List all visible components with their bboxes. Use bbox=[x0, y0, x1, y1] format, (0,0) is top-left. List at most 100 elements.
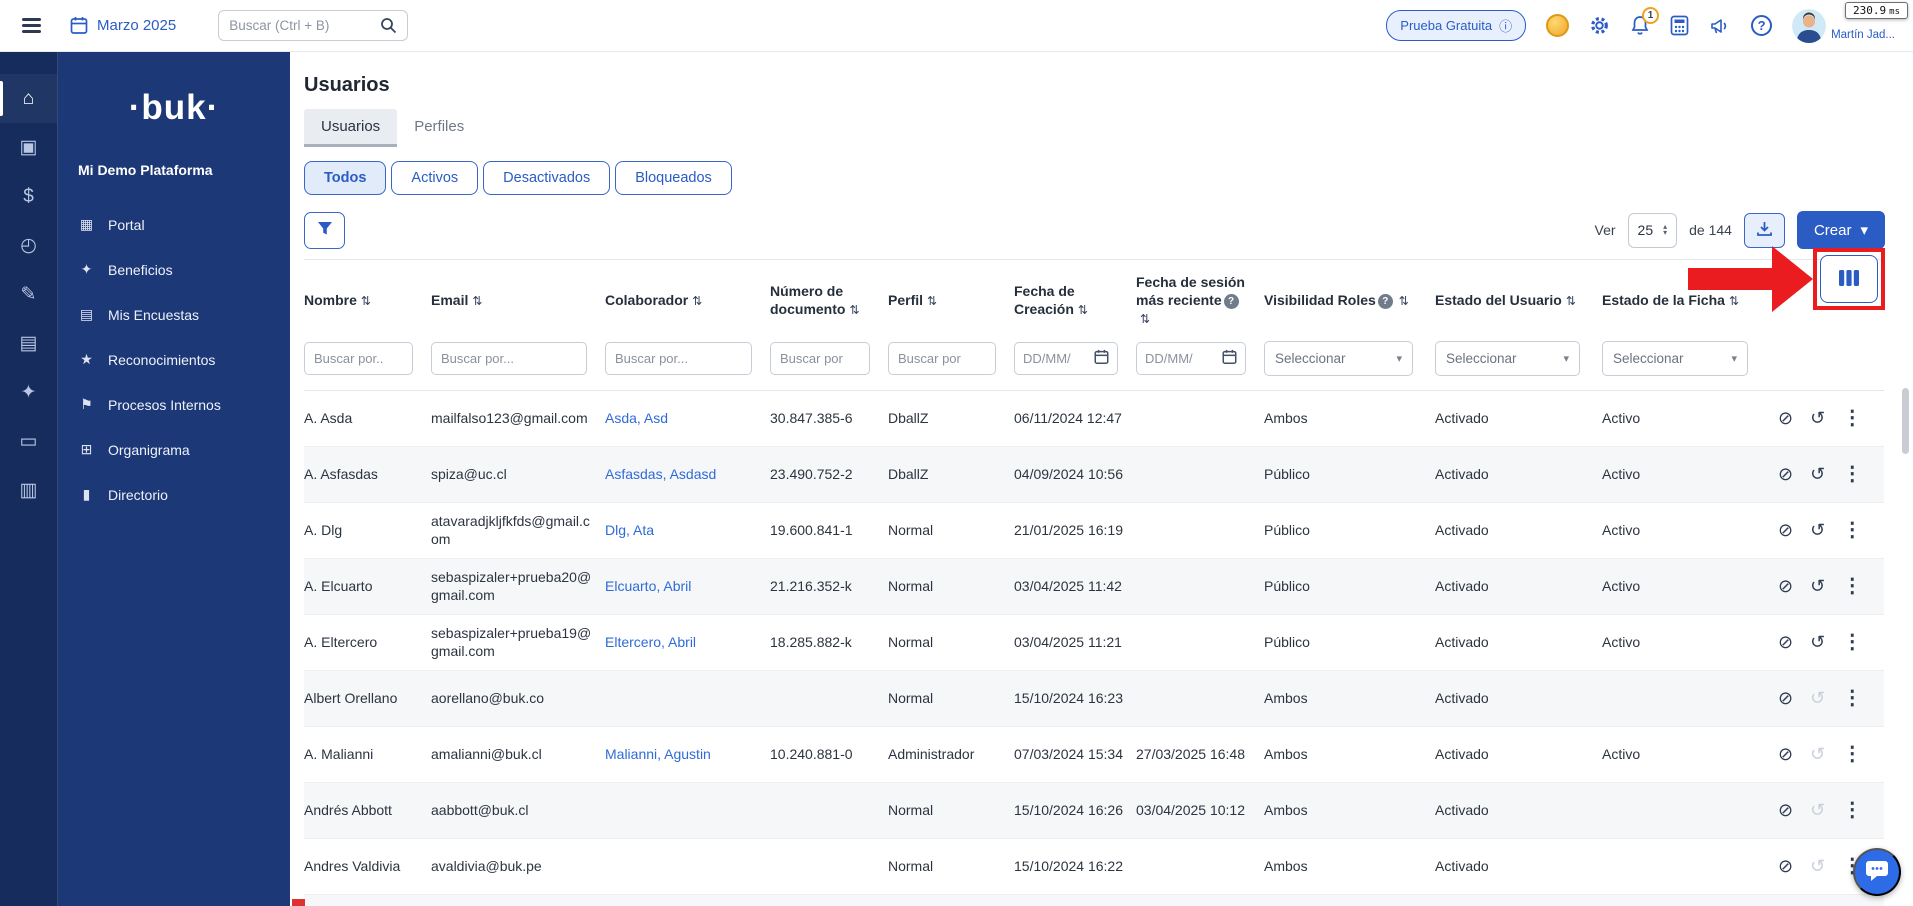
filter-bloqueados[interactable]: Bloqueados bbox=[615, 161, 732, 195]
chat-fab-button[interactable] bbox=[1853, 848, 1901, 896]
cell-documento: 23.490.752-2 bbox=[770, 465, 888, 484]
col-header-estado-ficha[interactable]: Estado de la Ficha⇅ bbox=[1602, 291, 1770, 310]
sidebar-item-reconocimientos[interactable]: ★ Reconocimientos bbox=[58, 337, 290, 382]
deactivate-user-icon[interactable]: ⊘ bbox=[1778, 857, 1793, 875]
info-icon[interactable]: ? bbox=[1224, 294, 1239, 309]
cell-fecha-creacion: 21/01/2025 16:19 bbox=[1014, 521, 1136, 540]
download-button[interactable] bbox=[1744, 213, 1785, 248]
deactivate-user-icon[interactable]: ⊘ bbox=[1778, 521, 1793, 539]
row-menu-icon[interactable]: ⋮ bbox=[1842, 520, 1862, 540]
sidebar-item-beneficios[interactable]: ✦ Beneficios bbox=[58, 247, 290, 292]
col-header-visibilidad[interactable]: Visibilidad Roles?⇅ bbox=[1264, 291, 1435, 310]
rail-item-remunerations[interactable]: $ bbox=[0, 172, 57, 221]
row-menu-icon[interactable]: ⋮ bbox=[1842, 632, 1862, 652]
row-menu-icon[interactable]: ⋮ bbox=[1842, 688, 1862, 708]
filter-fecha-sesion[interactable]: DD/MM/ bbox=[1136, 342, 1246, 375]
help-icon[interactable]: ? bbox=[1751, 15, 1772, 36]
colaborador-link[interactable]: Malianni, Agustin bbox=[605, 746, 711, 762]
vertical-scrollbar[interactable] bbox=[1902, 388, 1909, 454]
deactivate-user-icon[interactable]: ⊘ bbox=[1778, 633, 1793, 651]
hamburger-menu-icon[interactable] bbox=[18, 13, 44, 39]
reset-icon[interactable]: ↺ bbox=[1810, 633, 1825, 651]
coin-icon[interactable] bbox=[1546, 14, 1569, 37]
advanced-filter-button[interactable] bbox=[304, 212, 345, 249]
col-header-colaborador[interactable]: Colaborador⇅ bbox=[605, 291, 770, 310]
column-settings-button[interactable] bbox=[1820, 255, 1878, 303]
rail-item-time[interactable]: ◴ bbox=[0, 221, 57, 270]
col-header-perfil[interactable]: Perfil⇅ bbox=[888, 291, 1014, 310]
rail-item-training[interactable]: ✦ bbox=[0, 368, 57, 417]
tab-usuarios[interactable]: Usuarios bbox=[304, 109, 397, 147]
sidebar-item-organigrama[interactable]: ⊞ Organigrama bbox=[58, 427, 290, 472]
colaborador-link[interactable]: Asda, Asd bbox=[605, 410, 668, 426]
calendar-icon[interactable] bbox=[1222, 349, 1237, 368]
announcements-megaphone-icon[interactable] bbox=[1709, 16, 1731, 36]
colaborador-link[interactable]: Asfasdas, Asdasd bbox=[605, 466, 716, 482]
reset-icon[interactable]: ↺ bbox=[1810, 801, 1825, 819]
col-header-fecha-sesion[interactable]: Fecha de sesión más reciente?⇅ bbox=[1136, 273, 1264, 328]
reset-icon[interactable]: ↺ bbox=[1810, 465, 1825, 483]
rail-item-requests[interactable]: ▣ bbox=[0, 123, 57, 172]
col-header-documento[interactable]: Número de documento⇅ bbox=[770, 282, 888, 319]
filter-email-input[interactable] bbox=[431, 342, 587, 375]
row-menu-icon[interactable]: ⋮ bbox=[1842, 464, 1862, 484]
row-menu-icon[interactable]: ⋮ bbox=[1842, 408, 1862, 428]
filter-fecha-creacion[interactable]: DD/MM/ bbox=[1014, 342, 1118, 375]
rail-item-archive[interactable]: ▥ bbox=[0, 466, 57, 515]
settings-gear-icon[interactable] bbox=[1589, 15, 1610, 36]
info-icon[interactable]: ? bbox=[1378, 294, 1393, 309]
reset-icon[interactable]: ↺ bbox=[1810, 577, 1825, 595]
period-picker[interactable]: Marzo 2025 bbox=[70, 16, 176, 35]
reset-icon[interactable]: ↺ bbox=[1810, 689, 1825, 707]
filter-nombre-input[interactable] bbox=[304, 342, 413, 375]
col-header-fecha-creacion[interactable]: Fecha de Creación⇅ bbox=[1014, 282, 1136, 319]
search-icon[interactable] bbox=[380, 17, 397, 34]
avatar[interactable] bbox=[1792, 9, 1826, 43]
deactivate-user-icon[interactable]: ⊘ bbox=[1778, 409, 1793, 427]
sidebar-item-portal[interactable]: ▦ Portal bbox=[58, 202, 290, 247]
filter-colaborador-input[interactable] bbox=[605, 342, 752, 375]
deactivate-user-icon[interactable]: ⊘ bbox=[1778, 745, 1793, 763]
colaborador-link[interactable]: Eltercero, Abril bbox=[605, 634, 696, 650]
deactivate-user-icon[interactable]: ⊘ bbox=[1778, 465, 1793, 483]
rail-item-evaluations[interactable]: ✎ bbox=[0, 270, 57, 319]
filter-perfil-input[interactable] bbox=[888, 342, 996, 375]
filter-activos[interactable]: Activos bbox=[391, 161, 478, 195]
trial-badge[interactable]: Prueba Gratuita ⓘ bbox=[1386, 10, 1526, 41]
deactivate-user-icon[interactable]: ⊘ bbox=[1778, 801, 1793, 819]
col-header-nombre[interactable]: Nombre⇅ bbox=[304, 291, 431, 310]
global-search[interactable] bbox=[218, 10, 408, 41]
col-header-email[interactable]: Email⇅ bbox=[431, 291, 605, 310]
calculator-icon[interactable] bbox=[1670, 15, 1689, 36]
deactivate-user-icon[interactable]: ⊘ bbox=[1778, 689, 1793, 707]
filter-todos[interactable]: Todos bbox=[304, 161, 386, 195]
colaborador-link[interactable]: Dlg, Ata bbox=[605, 522, 654, 538]
reset-icon[interactable]: ↺ bbox=[1810, 521, 1825, 539]
filter-estado-ficha-select[interactable]: Seleccionar▾ bbox=[1602, 341, 1748, 376]
reset-icon[interactable]: ↺ bbox=[1810, 409, 1825, 427]
rail-item-documents[interactable]: ▭ bbox=[0, 417, 57, 466]
filter-desactivados[interactable]: Desactivados bbox=[483, 161, 610, 195]
col-header-estado-usuario[interactable]: Estado del Usuario⇅ bbox=[1435, 291, 1602, 310]
row-menu-icon[interactable]: ⋮ bbox=[1842, 576, 1862, 596]
deactivate-user-icon[interactable]: ⊘ bbox=[1778, 577, 1793, 595]
page-size-select[interactable]: 25 ▴▾ bbox=[1628, 213, 1678, 248]
calendar-icon[interactable] bbox=[1094, 349, 1109, 368]
search-input[interactable] bbox=[229, 18, 372, 33]
row-menu-icon[interactable]: ⋮ bbox=[1842, 744, 1862, 764]
tab-perfiles[interactable]: Perfiles bbox=[397, 109, 481, 147]
reset-icon[interactable]: ↺ bbox=[1810, 857, 1825, 875]
reset-icon[interactable]: ↺ bbox=[1810, 745, 1825, 763]
row-menu-icon[interactable]: ⋮ bbox=[1842, 800, 1862, 820]
rail-item-home[interactable]: ⌂ bbox=[0, 74, 57, 123]
rail-item-benefits[interactable]: ▤ bbox=[0, 319, 57, 368]
colaborador-link[interactable]: Elcuarto, Abril bbox=[605, 578, 691, 594]
notifications-bell-icon[interactable]: 1 bbox=[1630, 15, 1650, 36]
crear-button[interactable]: Crear ▾ bbox=[1797, 211, 1885, 249]
sidebar-item-procesos-internos[interactable]: ⚑ Procesos Internos bbox=[58, 382, 290, 427]
sidebar-item-mis-encuestas[interactable]: ▤ Mis Encuestas bbox=[58, 292, 290, 337]
filter-documento-input[interactable] bbox=[770, 342, 870, 375]
filter-estado-usuario-select[interactable]: Seleccionar▾ bbox=[1435, 341, 1580, 376]
sidebar-item-directorio[interactable]: ▮ Directorio bbox=[58, 472, 290, 517]
filter-visibilidad-select[interactable]: Seleccionar▾ bbox=[1264, 341, 1413, 376]
